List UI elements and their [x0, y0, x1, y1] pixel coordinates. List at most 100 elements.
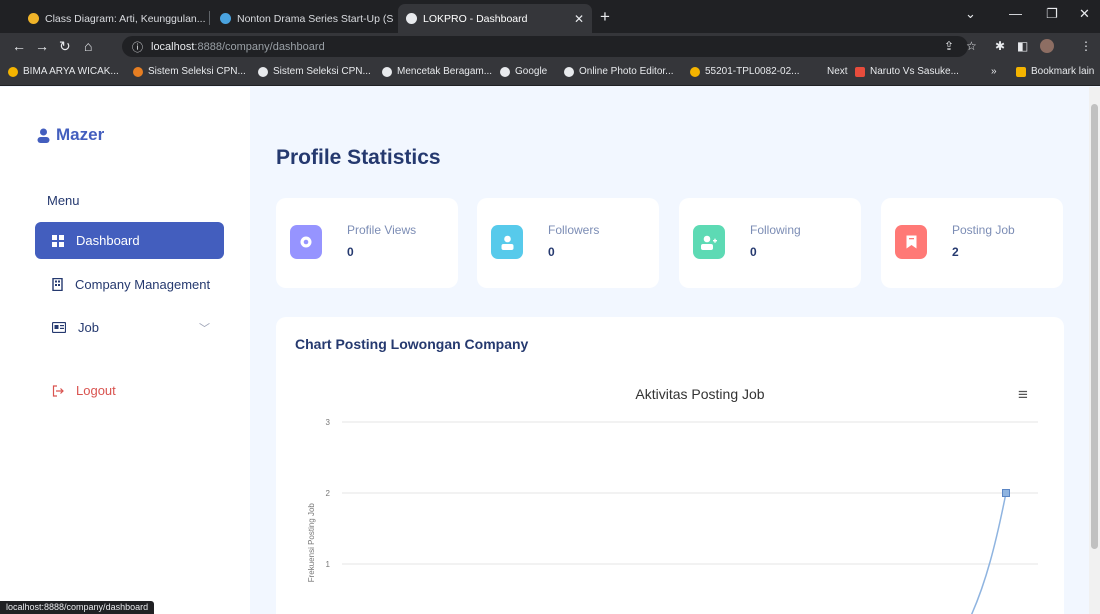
extensions-icon[interactable]: ✱ [995, 39, 1005, 53]
bookmark-item[interactable]: BIMA ARYA WICAK... [8, 66, 119, 77]
profile-avatar[interactable] [1040, 39, 1054, 53]
stat-label: Posting Job [952, 223, 1015, 237]
logout-button[interactable]: Logout [35, 372, 224, 409]
globe-icon [406, 13, 417, 24]
bookmark-item[interactable]: Naruto Vs Sasuke... [855, 66, 959, 77]
share-icon[interactable]: ⇪ [944, 39, 954, 53]
scrollbar-thumb[interactable] [1091, 104, 1098, 549]
y-tick-label: 1 [326, 560, 331, 569]
url-host: localhost [151, 40, 195, 53]
browser-toolbar: ← → ↻ ⌂ ⓘ localhost :8888/company/dashbo… [0, 33, 1100, 60]
site-info-icon[interactable]: ⓘ [132, 39, 143, 55]
chevron-down-icon: ﹀ [199, 322, 210, 335]
folder-icon [1016, 66, 1026, 77]
y-tick-label: 2 [326, 489, 331, 498]
stat-value: 0 [347, 245, 354, 259]
tab-search-icon[interactable]: ⌄ [965, 6, 976, 22]
new-tab-icon[interactable]: + [600, 7, 610, 27]
favicon-icon [220, 13, 231, 24]
window-close-icon[interactable]: ✕ [1079, 6, 1090, 22]
other-bookmarks-folder[interactable]: Bookmark lain [1016, 66, 1094, 77]
bookmark-favicon-icon [690, 66, 700, 77]
y-tick-label: 3 [326, 418, 331, 427]
stat-card-followers: Followers 0 [477, 198, 659, 288]
stat-label: Followers [548, 223, 600, 237]
close-icon[interactable]: ✕ [574, 12, 584, 26]
card-icon [52, 322, 66, 333]
sidebar-item-dashboard[interactable]: Dashboard [35, 222, 224, 259]
bookmarks-bar: BIMA ARYA WICAK... Sistem Seleksi CPN...… [0, 60, 1100, 86]
browser-tab-nonton-drama[interactable]: Nonton Drama Series Start-Up (S... ✕ [212, 4, 394, 33]
logout-label: Logout [76, 383, 116, 398]
status-url: localhost:8888/company/dashboard [0, 601, 155, 614]
grid-icon [52, 234, 64, 247]
google-icon [382, 66, 392, 77]
series-line [970, 492, 1007, 614]
globe-icon [258, 66, 268, 77]
browser-tab-class-diagram[interactable]: Class Diagram: Arti, Keunggulan... ✕ [20, 4, 206, 33]
bookmark-item[interactable]: 55201-TPL0082-02... [690, 66, 800, 77]
brand-logo[interactable]: Mazer [37, 125, 104, 145]
google-icon [500, 66, 510, 77]
user-plus-icon [693, 225, 725, 259]
kebab-menu-icon[interactable]: ⋮ [1080, 39, 1092, 53]
tab-title: Nonton Drama Series Start-Up (S... [237, 12, 394, 25]
sidebar-item-job[interactable]: Job ﹀ [35, 309, 224, 346]
back-icon[interactable]: ← [12, 38, 26, 54]
restore-icon[interactable]: ❐ [1046, 6, 1058, 22]
bookmark-favicon-icon [855, 66, 865, 77]
favicon-icon [28, 13, 39, 24]
url-path: :8888/company/dashboard [194, 40, 325, 53]
page-scrollbar[interactable] [1089, 87, 1100, 614]
bookmark-item[interactable]: Online Photo Editor... [564, 66, 674, 77]
address-bar[interactable]: ⓘ localhost :8888/company/dashboard [122, 36, 968, 57]
user-icon [491, 225, 523, 259]
tab-title: LOKPRO - Dashboard [423, 12, 528, 25]
globe-icon [564, 66, 574, 77]
stat-card-profile-views: Profile Views 0 [276, 198, 458, 288]
tab-divider [209, 11, 210, 25]
sidebar-item-label: Company Management [75, 277, 211, 292]
browser-tab-lokpro[interactable]: LOKPRO - Dashboard ✕ [398, 4, 592, 33]
user-icon [37, 128, 50, 143]
forward-icon[interactable]: → [35, 38, 49, 54]
y-axis-label: Frekuensi Posting Job [307, 503, 316, 583]
eye-icon [290, 225, 322, 259]
bookmark-item[interactable]: Next [827, 66, 848, 77]
data-point [1002, 489, 1010, 497]
bookmark-item[interactable]: Sistem Seleksi CPN... [133, 66, 246, 77]
line-chart: Aktivitas Posting Job 3 2 1 Frekuensi Postin… [307, 386, 1038, 614]
logout-icon [52, 384, 64, 397]
tab-title: Class Diagram: Arti, Keunggulan... [45, 12, 206, 25]
bookmark-item[interactable]: Sistem Seleksi CPN... [258, 66, 371, 77]
star-icon[interactable]: ☆ [966, 39, 977, 53]
bookmark-favicon-icon [8, 66, 18, 77]
hamburger-menu-icon[interactable]: ≡ [1018, 385, 1028, 405]
bookmark-item[interactable]: Mencetak Beragam... [382, 66, 492, 77]
stat-label: Profile Views [347, 223, 417, 237]
bookmark-icon [895, 225, 927, 259]
stat-label: Following [750, 223, 801, 237]
stat-card-following: Following 0 [679, 198, 861, 288]
sidebar: Mazer Menu Dashboard Company Management … [0, 87, 250, 614]
more-bookmarks-button[interactable]: » [991, 66, 997, 77]
minimize-icon[interactable]: — [1009, 6, 1022, 21]
sidebar-item-company-management[interactable]: Company Management [35, 266, 224, 303]
building-icon [52, 278, 63, 291]
bookmark-item[interactable]: Google [500, 66, 547, 77]
side-panel-icon[interactable]: ◧ [1017, 39, 1028, 53]
chart-card: Chart Posting Lowongan Company Aktivitas… [276, 317, 1064, 614]
stat-value: 0 [548, 245, 555, 259]
page-title: Profile Statistics [276, 146, 441, 169]
menu-title: Menu [47, 193, 80, 208]
reload-icon[interactable]: ↻ [59, 38, 71, 55]
stat-value: 2 [952, 245, 959, 259]
home-icon[interactable]: ⌂ [84, 38, 92, 54]
sidebar-item-label: Job [78, 320, 99, 335]
sidebar-item-label: Dashboard [76, 233, 140, 248]
chart-title: Aktivitas Posting Job [635, 386, 764, 402]
browser-tab-bar: Class Diagram: Arti, Keunggulan... ✕ Non… [0, 0, 1100, 33]
stat-card-posting-job: Posting Job 2 [881, 198, 1063, 288]
bookmark-favicon-icon [133, 66, 143, 77]
brand-name: Mazer [56, 125, 105, 144]
